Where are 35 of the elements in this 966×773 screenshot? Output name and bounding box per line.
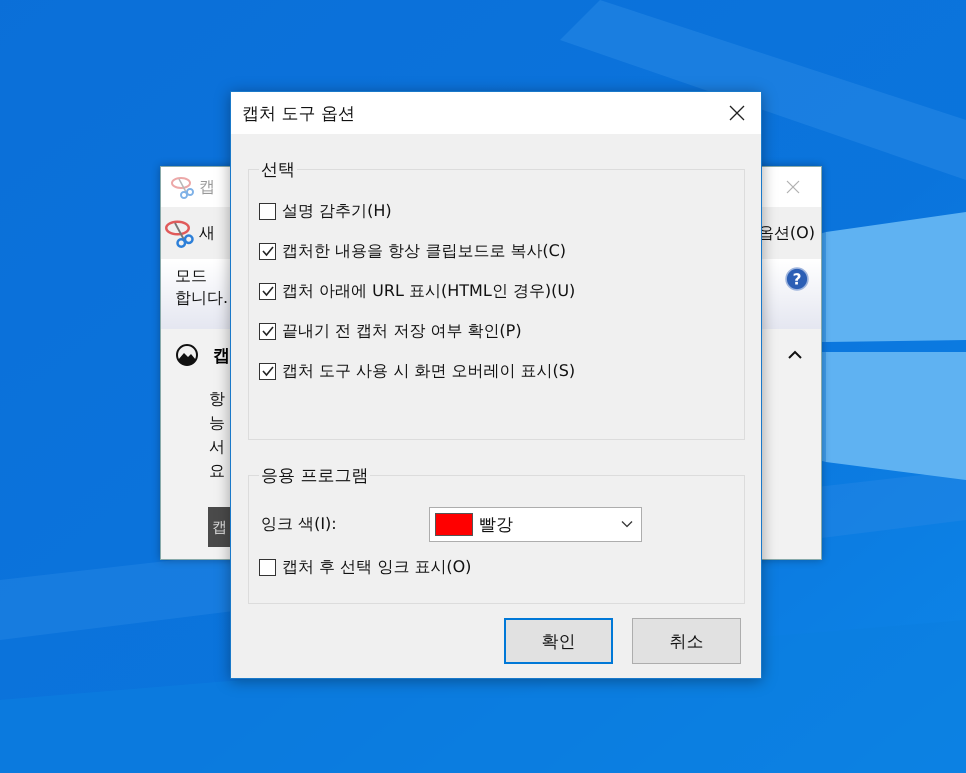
- chevron-up-icon[interactable]: [787, 350, 803, 360]
- chevron-down-icon[interactable]: [621, 520, 633, 528]
- checkbox-label[interactable]: 캡처 아래에 URL 표시(HTML인 경우)(U): [282, 280, 576, 302]
- cancel-button[interactable]: 취소: [632, 618, 741, 664]
- body-text: 서: [209, 436, 225, 458]
- info-text: 합니다.: [175, 287, 228, 309]
- new-button[interactable]: 새: [199, 222, 215, 244]
- info-text: 모드: [175, 265, 207, 287]
- body-text: 능: [209, 412, 225, 434]
- checkbox[interactable]: [259, 362, 276, 380]
- group-title: 응용 프로그램: [260, 465, 370, 487]
- scissors-icon: [171, 175, 195, 199]
- section-title: 캡: [213, 344, 230, 366]
- scissors-icon[interactable]: [165, 218, 195, 248]
- help-icon[interactable]: ?: [785, 267, 809, 291]
- window-title: 캡: [199, 176, 215, 198]
- body-text: 항: [209, 388, 225, 410]
- checkbox[interactable]: [259, 282, 276, 300]
- dialog-title: 캡처 도구 옵션: [242, 102, 355, 124]
- checkbox-label[interactable]: 캡처한 내용을 항상 클립보드로 복사(C): [282, 240, 566, 262]
- checkbox-label[interactable]: 끝내기 전 캡처 저장 여부 확인(P): [282, 320, 522, 342]
- ink-color-dropdown[interactable]: 빨강: [429, 506, 642, 542]
- mountain-icon: [175, 343, 199, 367]
- checkbox-label[interactable]: 캡처 후 선택 잉크 표시(O): [282, 556, 472, 578]
- checkbox[interactable]: [259, 202, 276, 220]
- checkbox-label[interactable]: 설명 감추기(H): [282, 200, 392, 222]
- checkbox[interactable]: [259, 322, 276, 340]
- checkbox[interactable]: [259, 242, 276, 260]
- ok-button[interactable]: 확인: [504, 618, 613, 664]
- close-icon[interactable]: [729, 105, 745, 121]
- group-title: 선택: [260, 159, 296, 181]
- checkbox-label[interactable]: 캡처 도구 사용 시 화면 오버레이 표시(S): [282, 360, 576, 382]
- body-text: 요: [209, 460, 225, 482]
- field-label: 잉크 색(I):: [260, 514, 338, 534]
- checkbox[interactable]: [259, 558, 276, 576]
